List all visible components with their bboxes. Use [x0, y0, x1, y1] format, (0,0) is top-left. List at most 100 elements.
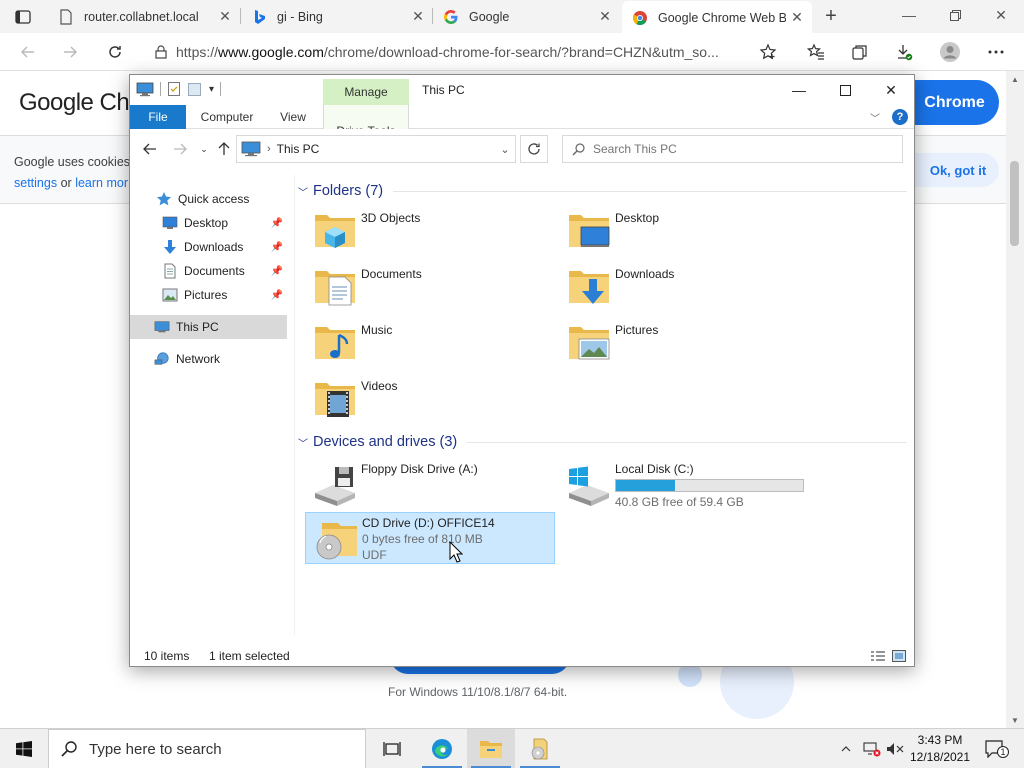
- show-hidden-icons-icon[interactable]: [836, 729, 856, 768]
- downloads-icon[interactable]: [890, 38, 918, 66]
- bing-icon: [255, 9, 265, 24]
- breadcrumb-chevron-icon[interactable]: ›: [267, 143, 271, 155]
- learn-more-link[interactable]: learn mor: [75, 176, 128, 190]
- properties-icon[interactable]: [167, 81, 181, 97]
- tab-computer[interactable]: Computer: [190, 105, 264, 129]
- tab-router[interactable]: router.collabnet.local ✕: [48, 0, 240, 33]
- large-icons-view-icon[interactable]: [892, 650, 906, 662]
- drive-cd-d[interactable]: CD Drive (D:) OFFICE14 0 bytes free of 8…: [305, 512, 555, 564]
- tab-chrome-web[interactable]: Google Chrome Web B ✕: [622, 1, 812, 34]
- google-logo[interactable]: Google Ch: [19, 89, 130, 117]
- new-tab-button[interactable]: +: [818, 4, 844, 28]
- task-view-icon[interactable]: [368, 729, 416, 768]
- add-favorite-icon[interactable]: [754, 38, 782, 66]
- windows-start-icon[interactable]: [0, 729, 48, 768]
- tab-view[interactable]: View: [268, 105, 318, 129]
- maximize-icon[interactable]: [822, 75, 868, 105]
- nav-desktop[interactable]: Desktop 📌: [130, 211, 287, 235]
- computer-icon[interactable]: [136, 81, 154, 97]
- manage-tab[interactable]: Manage: [323, 79, 409, 105]
- edge-taskbar-icon[interactable]: [418, 729, 466, 768]
- tab-bing[interactable]: gi - Bing ✕: [241, 0, 433, 33]
- tab-file[interactable]: File: [130, 105, 186, 129]
- chevron-down-icon[interactable]: ﹀: [295, 435, 311, 450]
- folder-3d-objects[interactable]: 3D Objects: [295, 205, 545, 257]
- recent-locations-icon[interactable]: ⌄: [194, 139, 214, 159]
- folder-music[interactable]: Music: [295, 317, 545, 369]
- page-scrollbar[interactable]: ▲ ▼: [1006, 71, 1024, 728]
- nav-quick-access[interactable]: Quick access: [130, 187, 287, 211]
- search-input[interactable]: [593, 142, 883, 156]
- scroll-thumb[interactable]: [1010, 161, 1019, 246]
- chevron-down-icon[interactable]: ⌄: [495, 143, 515, 156]
- desktop-icon: [162, 215, 178, 231]
- close-icon[interactable]: ✕: [594, 6, 616, 28]
- search-icon: [563, 142, 593, 156]
- profile-avatar-icon[interactable]: [936, 38, 964, 66]
- nav-downloads[interactable]: Downloads 📌: [130, 235, 287, 259]
- notifications-icon[interactable]: 1: [980, 729, 1010, 768]
- tab-google[interactable]: Google ✕: [433, 0, 620, 33]
- explorer-search-box[interactable]: [562, 135, 903, 163]
- minimize-icon[interactable]: —: [776, 75, 822, 105]
- refresh-icon[interactable]: [101, 38, 129, 66]
- close-icon[interactable]: ✕: [786, 7, 808, 29]
- folder-documents[interactable]: Documents: [295, 261, 545, 313]
- group-header-devices[interactable]: ﹀ Devices and drives (3): [295, 432, 907, 452]
- favorites-icon[interactable]: [802, 38, 830, 66]
- folder-name: Music: [361, 323, 393, 337]
- back-icon[interactable]: [140, 139, 160, 159]
- pin-icon[interactable]: 📌: [271, 266, 283, 277]
- more-options-icon[interactable]: [982, 38, 1010, 66]
- folder-desktop[interactable]: Desktop: [549, 205, 799, 257]
- chevron-down-icon[interactable]: ﹀: [295, 184, 311, 199]
- expand-ribbon-icon[interactable]: ﹀: [870, 110, 880, 125]
- pin-icon[interactable]: 📌: [271, 290, 283, 301]
- nav-pictures[interactable]: Pictures 📌: [130, 283, 287, 307]
- customize-toolbar-icon[interactable]: ▾: [209, 84, 214, 95]
- restore-icon[interactable]: [932, 0, 978, 30]
- folder-downloads[interactable]: Downloads: [549, 261, 799, 313]
- network-status-icon[interactable]: [860, 729, 884, 768]
- explorer-title-bar[interactable]: ▾ Manage This PC — ✕: [130, 75, 914, 105]
- close-window-icon[interactable]: ✕: [978, 0, 1024, 30]
- breadcrumb-path[interactable]: This PC: [277, 142, 495, 156]
- volume-muted-icon[interactable]: [884, 729, 906, 768]
- file-explorer-taskbar-icon[interactable]: [467, 729, 515, 768]
- new-folder-icon[interactable]: [187, 81, 203, 97]
- address-bar[interactable]: https://www.google.com/chrome/download-c…: [146, 37, 786, 67]
- collections-icon[interactable]: [846, 38, 874, 66]
- ribbon-controls: ﹀ ?: [870, 109, 908, 125]
- close-icon[interactable]: ✕: [214, 6, 236, 28]
- folder-videos[interactable]: Videos: [295, 373, 545, 425]
- pin-icon[interactable]: 📌: [271, 218, 283, 229]
- pin-icon[interactable]: 📌: [271, 242, 283, 253]
- up-icon[interactable]: [214, 139, 234, 159]
- group-header-folders[interactable]: ﹀ Folders (7): [295, 181, 907, 201]
- tab-actions-icon[interactable]: [8, 6, 38, 28]
- drive-name: CD Drive (D:) OFFICE14: [362, 516, 495, 530]
- cookie-settings-link[interactable]: settings: [14, 176, 57, 190]
- clock[interactable]: 3:43 PM 12/18/2021: [906, 732, 974, 766]
- folder-pictures[interactable]: Pictures: [549, 317, 799, 369]
- scroll-up-icon[interactable]: ▲: [1006, 71, 1024, 87]
- forward-icon[interactable]: [170, 139, 190, 159]
- lock-icon[interactable]: [146, 45, 176, 59]
- close-window-icon[interactable]: ✕: [868, 75, 914, 105]
- minimize-icon[interactable]: —: [886, 0, 932, 30]
- explorer-address-box[interactable]: › This PC ⌄: [236, 135, 516, 163]
- close-icon[interactable]: ✕: [407, 6, 429, 28]
- cd-drive-taskbar-icon[interactable]: [516, 729, 564, 768]
- nav-network[interactable]: Network: [130, 347, 287, 371]
- back-icon[interactable]: [14, 38, 42, 66]
- scroll-down-icon[interactable]: ▼: [1006, 712, 1024, 728]
- drive-local-c[interactable]: Local Disk (C:) 40.8 GB free of 59.4 GB: [559, 459, 809, 511]
- refresh-button[interactable]: [520, 135, 548, 163]
- nav-this-pc[interactable]: This PC: [130, 315, 287, 339]
- drive-floppy-a[interactable]: Floppy Disk Drive (A:): [305, 459, 555, 511]
- taskbar-search-box[interactable]: Type here to search: [48, 729, 366, 768]
- nav-documents[interactable]: Documents 📌: [130, 259, 287, 283]
- details-view-icon[interactable]: [870, 650, 886, 662]
- forward-icon[interactable]: [56, 38, 84, 66]
- help-icon[interactable]: ?: [892, 109, 908, 125]
